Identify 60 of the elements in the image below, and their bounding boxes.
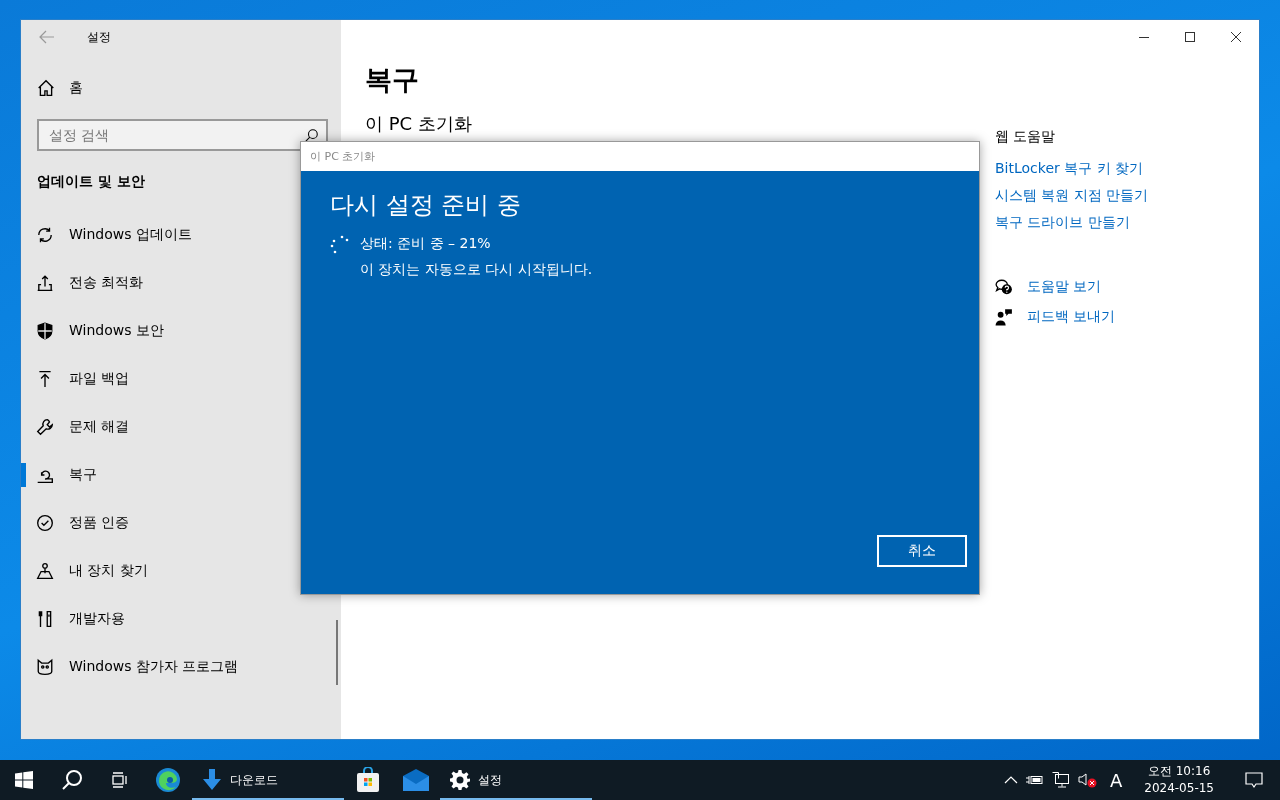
home-link[interactable]: 홈 [37, 79, 341, 97]
sidebar-item[interactable]: Windows 보안 [21, 307, 341, 355]
section-title: 이 PC 초기화 [365, 112, 473, 136]
upload-arrow-icon [36, 370, 54, 388]
edge-browser-icon [155, 767, 181, 793]
maximize-icon[interactable] [1185, 32, 1195, 42]
sidebar-item[interactable]: 정품 인증 [21, 499, 341, 547]
cat-icon [36, 658, 54, 676]
help-link[interactable]: 시스템 복원 지점 만들기 [995, 187, 1259, 205]
tools-icon [36, 610, 54, 628]
chevron-up-icon[interactable] [1003, 775, 1018, 785]
taskbar-app[interactable]: 다운로드 [192, 760, 344, 800]
dialog-title: 이 PC 초기화 [310, 149, 376, 164]
close-icon[interactable] [1231, 32, 1241, 42]
sidebar-item[interactable]: 복구 [21, 451, 341, 499]
spinner-icon [330, 235, 350, 255]
help-link[interactable]: BitLocker 복구 키 찾기 [995, 160, 1259, 178]
section-heading: 업데이트 및 보안 [37, 173, 146, 191]
sidebar-item[interactable]: 전송 최적화 [21, 259, 341, 307]
home-icon [37, 79, 55, 97]
download-arrow-icon [202, 769, 222, 791]
search-field[interactable]: 설정 검색 [37, 119, 328, 151]
sidebar-item[interactable]: 문제 해결 [21, 403, 341, 451]
web-help-title: 웹 도움말 [995, 128, 1057, 146]
clock[interactable]: 오전 10:16 2024-05-15 [1134, 763, 1224, 797]
cancel-button[interactable]: 취소 [877, 535, 967, 567]
task-view-icon[interactable] [111, 772, 129, 788]
sync-icon [36, 226, 54, 244]
person-pin-icon [36, 562, 54, 580]
help-link[interactable]: 도움말 보기 [1027, 278, 1102, 296]
scrollbar[interactable] [336, 620, 338, 685]
sidebar-item[interactable]: Windows 참가자 프로그램 [21, 643, 341, 691]
sidebar-item[interactable]: 파일 백업 [21, 355, 341, 403]
upload-tray-icon [36, 274, 54, 292]
sidebar-item[interactable]: 개발자용 [21, 595, 341, 643]
dialog-heading: 다시 설정 준비 중 [330, 190, 522, 221]
input-method-indicator[interactable]: A [1105, 769, 1127, 791]
muted-speaker-icon[interactable] [1077, 772, 1098, 788]
windows-logo-icon[interactable] [15, 771, 33, 789]
notification-icon[interactable] [1245, 771, 1263, 789]
help-bubble-icon [995, 278, 1013, 296]
taskbar-app[interactable]: 설정 [440, 760, 592, 800]
window-title: 설정 [87, 28, 111, 46]
gear-icon [450, 770, 470, 790]
feedback-person-icon [995, 308, 1013, 326]
restart-message: 이 장치는 자동으로 다시 시작됩니다. [360, 261, 593, 279]
mail-envelope-icon [403, 769, 429, 791]
network-monitor-icon[interactable] [1051, 772, 1070, 788]
page-title: 복구 [365, 63, 420, 97]
search-icon[interactable] [61, 769, 83, 791]
check-circle-icon [36, 514, 54, 532]
search-icon [305, 128, 319, 142]
battery-plug-icon[interactable] [1025, 774, 1044, 786]
shield-icon [36, 322, 54, 340]
help-link[interactable]: 피드백 보내기 [1027, 308, 1116, 326]
status-text: 상태: 준비 중 – 21% [360, 235, 492, 253]
store-bag-icon [356, 767, 380, 793]
wrench-icon [36, 418, 54, 436]
help-link[interactable]: 복구 드라이브 만들기 [995, 214, 1259, 232]
sidebar-item[interactable]: 내 장치 찾기 [21, 547, 341, 595]
